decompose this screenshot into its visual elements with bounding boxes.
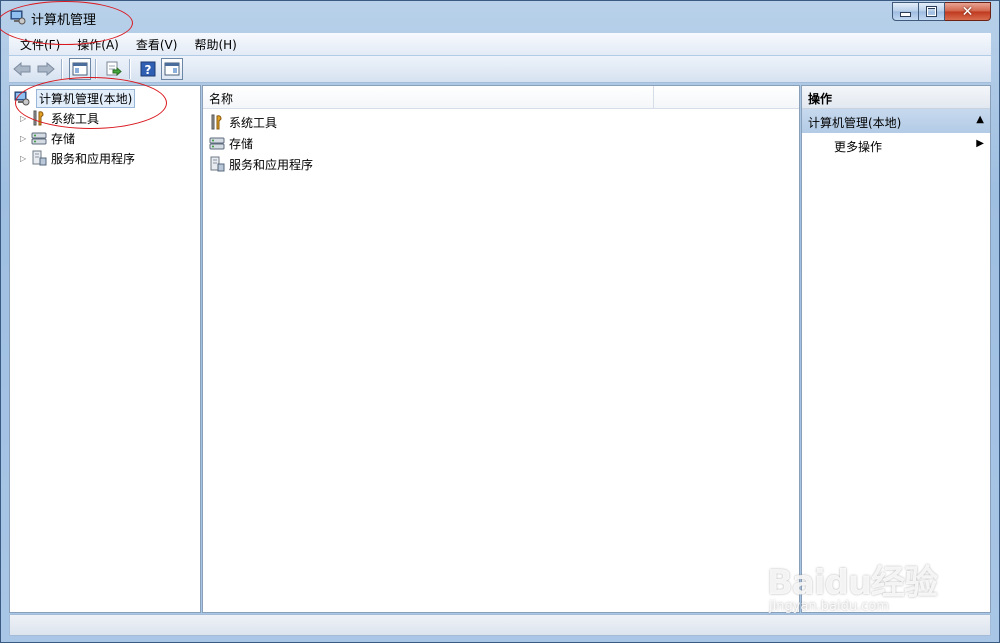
results-pane: 名称 系统工具 存储 服务和应用程序 (202, 85, 800, 613)
tree-item-system-tools[interactable]: ▷ 系统工具 (20, 109, 99, 127)
toolbar-separator (129, 59, 131, 79)
tree-item-storage[interactable]: ▷ 存储 (20, 129, 75, 147)
toolbar-separator (61, 59, 63, 79)
tree-item-label: 系统工具 (51, 111, 100, 126)
menu-view[interactable]: 查看(V) (125, 36, 184, 53)
menu-action[interactable]: 操作(A) (66, 36, 125, 53)
list-item-label: 存储 (229, 136, 254, 151)
tree-item-services-apps[interactable]: ▷ 服务和应用程序 (20, 149, 135, 167)
list-item[interactable]: 系统工具 (209, 113, 277, 131)
export-list-icon (106, 61, 122, 77)
storage-icon (209, 135, 225, 151)
minimize-button[interactable] (892, 2, 919, 21)
column-divider[interactable] (653, 86, 654, 108)
more-actions-label: 更多操作 (834, 140, 883, 154)
computer-management-window: 计算机管理 ✕ 文件(F) 操作(A) 查看(V) 帮助(H) ? 计算机管理(… (0, 0, 1000, 643)
actions-pane: 操作 计算机管理(本地) ▲ 更多操作 ▶ (801, 85, 991, 613)
collapse-arrow-icon[interactable]: ▲ (976, 114, 984, 125)
forward-button[interactable] (35, 58, 57, 80)
window-title: 计算机管理 (31, 13, 97, 28)
actions-section-label: 计算机管理(本地) (808, 116, 902, 130)
tree-item-label: 服务和应用程序 (51, 151, 136, 166)
expand-arrow-icon[interactable]: ▷ (20, 114, 28, 123)
back-button[interactable] (11, 58, 33, 80)
title-bar[interactable]: 计算机管理 ✕ (1, 1, 999, 31)
help-icon: ? (140, 61, 156, 77)
forward-arrow-icon (37, 62, 55, 76)
submenu-arrow-icon: ▶ (976, 138, 984, 149)
maximize-button[interactable] (919, 2, 945, 21)
list-item-label: 服务和应用程序 (229, 157, 314, 172)
status-bar (9, 614, 991, 636)
tree-item-label: 存储 (51, 131, 76, 146)
menu-file[interactable]: 文件(F) (9, 36, 66, 53)
tools-icon (209, 114, 225, 130)
expand-arrow-icon[interactable]: ▷ (20, 154, 28, 163)
tree-root-label: 计算机管理(本地) (36, 88, 136, 108)
show-hide-action-pane-button[interactable] (161, 58, 183, 80)
expand-arrow-icon[interactable]: ▷ (20, 134, 28, 143)
services-icon (209, 156, 225, 172)
close-button[interactable]: ✕ (945, 2, 991, 21)
storage-icon (31, 130, 47, 146)
toolbar: ? (9, 56, 991, 83)
menu-help[interactable]: 帮助(H) (183, 36, 242, 53)
maximize-icon (926, 6, 937, 17)
show-hide-tree-icon (72, 62, 88, 76)
toolbar-separator (95, 59, 97, 79)
tree-root-node[interactable]: 计算机管理(本地) (14, 88, 136, 108)
actions-section-computer-management[interactable]: 计算机管理(本地) ▲ (802, 109, 990, 133)
caption-buttons: ✕ (892, 2, 991, 22)
console-tree-pane: 计算机管理(本地) ▷ 系统工具 ▷ 存储 ▷ 服务和应用程序 (9, 85, 201, 613)
actions-title: 操作 (808, 92, 833, 106)
list-item[interactable]: 存储 (209, 134, 253, 152)
help-button[interactable]: ? (137, 58, 159, 80)
list-item[interactable]: 服务和应用程序 (209, 155, 313, 173)
back-arrow-icon (13, 62, 31, 76)
tools-icon (31, 110, 47, 126)
actions-header: 操作 (802, 86, 990, 109)
export-list-button[interactable] (103, 58, 125, 80)
show-hide-action-pane-icon (164, 62, 180, 76)
computer-management-icon (10, 9, 26, 25)
services-icon (31, 150, 47, 166)
list-item-label: 系统工具 (229, 115, 278, 130)
svg-text:?: ? (145, 63, 152, 77)
close-icon: ✕ (961, 3, 974, 20)
menu-bar: 文件(F) 操作(A) 查看(V) 帮助(H) (9, 33, 991, 55)
more-actions-item[interactable]: 更多操作 ▶ (834, 138, 984, 156)
list-header: 名称 (203, 86, 799, 109)
computer-management-icon (14, 90, 30, 106)
minimize-icon (900, 12, 911, 17)
column-header-name[interactable]: 名称 (209, 90, 233, 107)
show-hide-tree-button[interactable] (69, 58, 91, 80)
